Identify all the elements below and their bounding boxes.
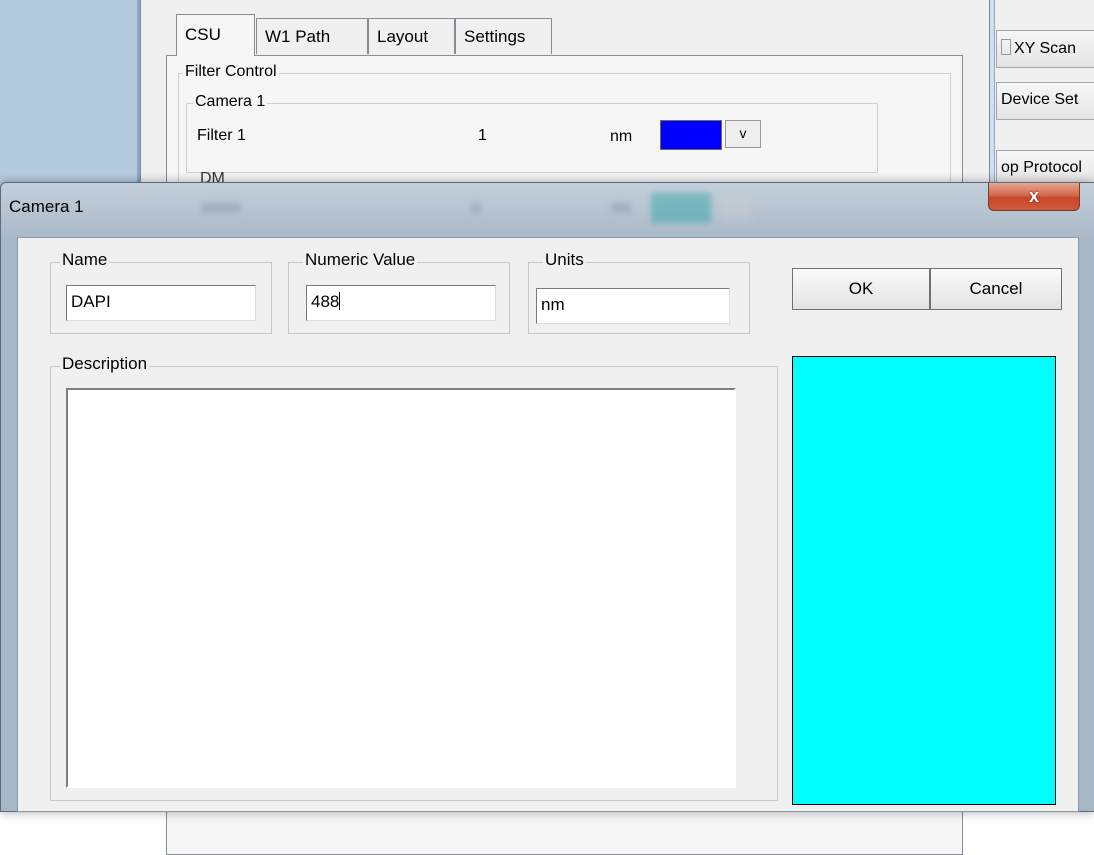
- xy-scan-button[interactable]: XY Scan: [996, 30, 1094, 68]
- tab-settings[interactable]: Settings: [455, 18, 552, 54]
- name-label: Name: [60, 250, 110, 270]
- description-label: Description: [60, 354, 150, 374]
- dialog-client-area: Name DAPI Numeric Value 488 Units nm OK …: [17, 237, 1079, 812]
- close-button[interactable]: x: [988, 183, 1080, 211]
- close-icon: x: [1028, 186, 1039, 206]
- numeric-value-label: Numeric Value: [303, 250, 418, 270]
- name-input[interactable]: DAPI: [66, 285, 256, 321]
- glass-reflection: [181, 187, 801, 223]
- filter1-color-swatch: [660, 120, 722, 150]
- camera1-group-label: Camera 1: [193, 93, 268, 111]
- text-caret: [339, 292, 341, 310]
- units-input[interactable]: nm: [536, 288, 730, 324]
- tab-layout[interactable]: Layout: [368, 18, 455, 54]
- filter-control-label: Filter Control: [183, 63, 279, 81]
- filter1-label: Filter 1: [197, 127, 246, 144]
- device-settings-button[interactable]: Device Set: [996, 82, 1094, 120]
- numeric-value-input[interactable]: 488: [306, 285, 496, 321]
- units-label: Units: [543, 250, 586, 270]
- tab-csu[interactable]: CSU: [176, 14, 255, 56]
- tab-w1-path[interactable]: W1 Path: [256, 18, 368, 54]
- filter1-value: 1: [478, 127, 487, 144]
- ok-button[interactable]: OK: [792, 268, 930, 310]
- filter1-dropdown-button[interactable]: v: [725, 120, 761, 148]
- filter1-unit: nm: [610, 128, 633, 145]
- camera-dialog: Camera 1 x Name DAPI Numeric Value 488 U…: [0, 182, 1094, 812]
- dialog-title: Camera 1: [9, 197, 84, 216]
- camera1-group: [186, 103, 878, 173]
- description-textarea[interactable]: [66, 388, 736, 788]
- color-preview-panel: [792, 356, 1056, 805]
- cancel-button[interactable]: Cancel: [930, 268, 1062, 310]
- xy-scan-icon: [1001, 39, 1011, 55]
